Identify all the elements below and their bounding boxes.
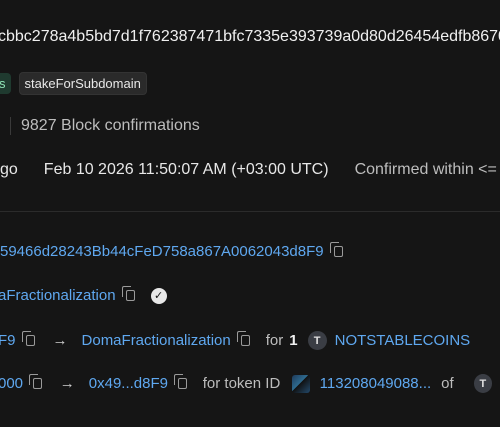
timestamp-value: Feb 10 2026 11:50:07 AM (+03:00 UTC) bbox=[43, 161, 329, 178]
for-token-id-label: for token ID bbox=[202, 375, 281, 392]
token-icon: T bbox=[307, 331, 327, 350]
contract-row: aFractionalization ✓ bbox=[0, 286, 500, 304]
copy-icon[interactable] bbox=[121, 286, 135, 301]
section-divider bbox=[0, 211, 500, 212]
arrow-right-icon: → bbox=[59, 375, 75, 392]
status-badges: s stakeForSubdomain bbox=[0, 72, 500, 95]
time-ago: go bbox=[0, 161, 18, 178]
confirmations-text: 9827 Block confirmations bbox=[21, 117, 200, 134]
transfer-from-link[interactable]: F9 bbox=[0, 332, 16, 349]
divider bbox=[10, 117, 11, 135]
token-icon: T bbox=[473, 374, 492, 393]
nft-transfer-row: 000 → 0x49...d8F9 for token ID 113208049… bbox=[0, 374, 500, 393]
copy-icon[interactable] bbox=[329, 242, 343, 257]
to-address-row: 59466d28243Bb44cFeD758a867A0062043d8F9 bbox=[0, 242, 500, 260]
to-address-link[interactable]: 59466d28243Bb44cFeD758a867A0062043d8F9 bbox=[0, 243, 324, 260]
status-badge: s bbox=[0, 73, 11, 94]
of-label: of bbox=[441, 375, 454, 392]
nft-thumbnail-icon bbox=[292, 374, 310, 393]
transfer-amount: 1 bbox=[289, 332, 298, 349]
copy-icon[interactable] bbox=[236, 331, 250, 346]
verified-check-icon: ✓ bbox=[150, 287, 167, 304]
method-badge: stakeForSubdomain bbox=[18, 72, 147, 95]
confirmed-within: Confirmed within <= 2 bbox=[354, 161, 500, 178]
arrow-right-icon: → bbox=[52, 332, 68, 349]
transfer-to-link[interactable]: DomaFractionalization bbox=[82, 332, 231, 349]
transaction-hash: cbbc278a4b5bd7d1f762387471bfc7335e393739… bbox=[0, 28, 500, 45]
timestamp-row: go Feb 10 2026 11:50:07 AM (+03:00 UTC) … bbox=[0, 161, 500, 179]
contract-name-link[interactable]: aFractionalization bbox=[0, 287, 116, 304]
copy-icon[interactable] bbox=[29, 374, 42, 389]
token-transfer-row: F9 → DomaFractionalization for 1 T NOTST… bbox=[0, 331, 500, 350]
token-link[interactable]: NOTSTABLECOINS bbox=[335, 332, 471, 349]
copy-icon[interactable] bbox=[21, 331, 35, 346]
block-confirmations: 9827 Block confirmations bbox=[0, 117, 500, 135]
for-label: for bbox=[265, 332, 284, 349]
token-id-link[interactable]: 113208049088... bbox=[320, 375, 432, 392]
nft-to-link[interactable]: 0x49...d8F9 bbox=[89, 375, 168, 392]
copy-icon[interactable] bbox=[174, 374, 187, 389]
nft-from-link[interactable]: 000 bbox=[0, 375, 23, 392]
